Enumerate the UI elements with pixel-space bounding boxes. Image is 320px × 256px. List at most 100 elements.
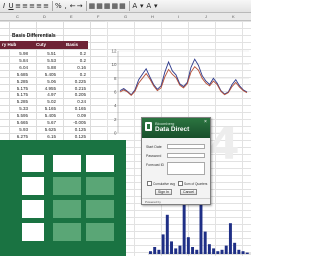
toolbar-button-10[interactable]: →	[77, 1, 83, 11]
table-cell[interactable]: 5.665	[6, 120, 28, 125]
toolbar-button-12[interactable]: ▦	[96, 1, 103, 11]
bar	[157, 249, 161, 254]
close-icon[interactable]: ×	[203, 120, 208, 125]
table-header-city[interactable]: Cuty	[36, 42, 46, 47]
toolbar-button-4[interactable]: ≡	[29, 1, 35, 11]
table-cell[interactable]: 0.125	[64, 127, 86, 132]
y-tick-label: 8	[114, 76, 117, 81]
toolbar-button-5[interactable]: ≡	[36, 1, 42, 11]
table-cell[interactable]: 5.84	[6, 58, 28, 63]
table-cell[interactable]: 5.33	[6, 106, 28, 111]
table-cell[interactable]: 5.67	[34, 120, 56, 125]
logo-grid-cell	[53, 177, 81, 195]
column-header[interactable]: E	[70, 13, 73, 20]
table-cell[interactable]: 0.165	[64, 106, 86, 111]
table-header-basis[interactable]: Basis	[66, 42, 78, 47]
table-cell[interactable]: 4.97	[34, 92, 56, 97]
toolbar-button-7[interactable]: %	[55, 1, 62, 11]
bar	[212, 248, 216, 254]
toolbar-button-8[interactable]: ,	[63, 1, 69, 11]
table-cell[interactable]: 5.165	[34, 106, 56, 111]
field-label-start-date: Start Date	[146, 145, 162, 149]
table-cell[interactable]: 5.93	[6, 127, 28, 132]
column-header[interactable]: G	[124, 13, 127, 20]
column-header[interactable]: I	[178, 13, 179, 20]
y-tick-label: 2	[114, 117, 117, 122]
toolbar-button-3[interactable]: ≡	[22, 1, 28, 11]
table-cell[interactable]: 4.955	[34, 86, 56, 91]
toolbar-separator	[52, 1, 53, 11]
table-cell[interactable]: 5.285	[6, 99, 28, 104]
toolbar-button-0[interactable]: I	[1, 1, 7, 11]
table-cell[interactable]: 5.06	[34, 79, 56, 84]
bar	[224, 245, 228, 254]
toolbar-button-6[interactable]: ≡	[43, 1, 49, 11]
toolbar-button-2[interactable]: ≡	[15, 1, 21, 11]
column-header[interactable]: C	[16, 13, 19, 20]
dialog-footer: Powered by	[142, 198, 210, 204]
cancel-button[interactable]: Cancel	[180, 189, 197, 195]
table-cell[interactable]: 5.02	[34, 99, 56, 104]
toolbar-button-16[interactable]: A	[132, 1, 138, 11]
column-header[interactable]: K	[232, 13, 235, 20]
toolbar-button-14[interactable]: ▦	[112, 1, 119, 11]
table-cell[interactable]: 0.16	[64, 65, 86, 70]
table-cell[interactable]: 6.04	[6, 65, 28, 70]
toolbar-button-1[interactable]: U	[8, 1, 14, 11]
table-header-hub[interactable]: ry Hub	[2, 42, 16, 47]
logo-grid-cell	[86, 200, 114, 218]
sum-of-quarters-checkbox[interactable]: Sum of Quarters	[178, 181, 207, 186]
table-cell[interactable]: 0.225	[64, 79, 86, 84]
y-tick-label: 4	[114, 103, 117, 108]
password-input[interactable]	[167, 153, 205, 158]
table-cell[interactable]: 0.2	[64, 72, 86, 77]
table-cell[interactable]: 5.51	[34, 51, 56, 56]
table-cell[interactable]: 5.53	[34, 58, 56, 63]
toolbar-button-11[interactable]: ▦	[89, 1, 96, 11]
sign-in-button[interactable]: Sign In	[155, 189, 172, 195]
table-cell[interactable]: 5.405	[34, 72, 56, 77]
table-cell[interactable]: 0.205	[64, 92, 86, 97]
toolbar-button-18[interactable]: A	[146, 1, 152, 11]
table-cell[interactable]: 5.405	[34, 113, 56, 118]
table-cell[interactable]: 5.595	[6, 113, 28, 118]
table-cell[interactable]: 5.88	[34, 65, 56, 70]
column-header[interactable]: H	[151, 13, 154, 20]
table-cell[interactable]: 5.685	[6, 72, 28, 77]
sheet-title-cell[interactable]: Basis Differentials	[12, 33, 56, 39]
toolbar-button-15[interactable]: ▦	[119, 1, 126, 11]
table-cell[interactable]: 5.175	[6, 86, 28, 91]
logo-grid-cell	[53, 223, 81, 241]
toolbar-button-13[interactable]: ▦	[104, 1, 111, 11]
table-cell[interactable]: 6.275	[6, 134, 28, 139]
table-cell[interactable]: 5.98	[6, 51, 28, 56]
bar	[220, 249, 224, 254]
cumulative-avg-checkbox[interactable]: Cumulative avg	[147, 181, 175, 186]
table-cell[interactable]: 0.24	[64, 99, 86, 104]
toolbar-button-19[interactable]: ▾	[153, 1, 159, 11]
table-cell[interactable]: 5.625	[34, 127, 56, 132]
checkbox-label: Cumulative avg	[153, 181, 175, 186]
logo-grid-cell	[86, 177, 114, 195]
column-header[interactable]: F	[97, 13, 99, 20]
table-cell[interactable]: 6.15	[34, 134, 56, 139]
toolbar-button-17[interactable]: ▾	[139, 1, 145, 11]
table-cell[interactable]: 0.2	[64, 51, 86, 56]
table-cell[interactable]: 0.215	[64, 86, 86, 91]
table-cell[interactable]: 5.175	[6, 92, 28, 97]
bar	[170, 241, 173, 254]
forecast-id-input[interactable]	[167, 162, 205, 175]
logo-grid-cell	[22, 200, 44, 218]
column-header[interactable]: D	[43, 13, 46, 20]
logo-grid-cell	[22, 223, 44, 241]
bar	[165, 214, 169, 254]
column-header[interactable]: J	[205, 13, 207, 20]
toolbar-button-9[interactable]: ←	[70, 1, 76, 11]
table-cell[interactable]: 0.125	[64, 134, 86, 139]
table-cell[interactable]: 5.285	[6, 79, 28, 84]
start-date-input[interactable]	[167, 144, 205, 149]
table-cell[interactable]: 0.2	[64, 58, 86, 63]
table-cell[interactable]: -0.005	[64, 120, 86, 125]
bar	[203, 231, 207, 254]
table-cell[interactable]: 0.09	[64, 113, 86, 118]
